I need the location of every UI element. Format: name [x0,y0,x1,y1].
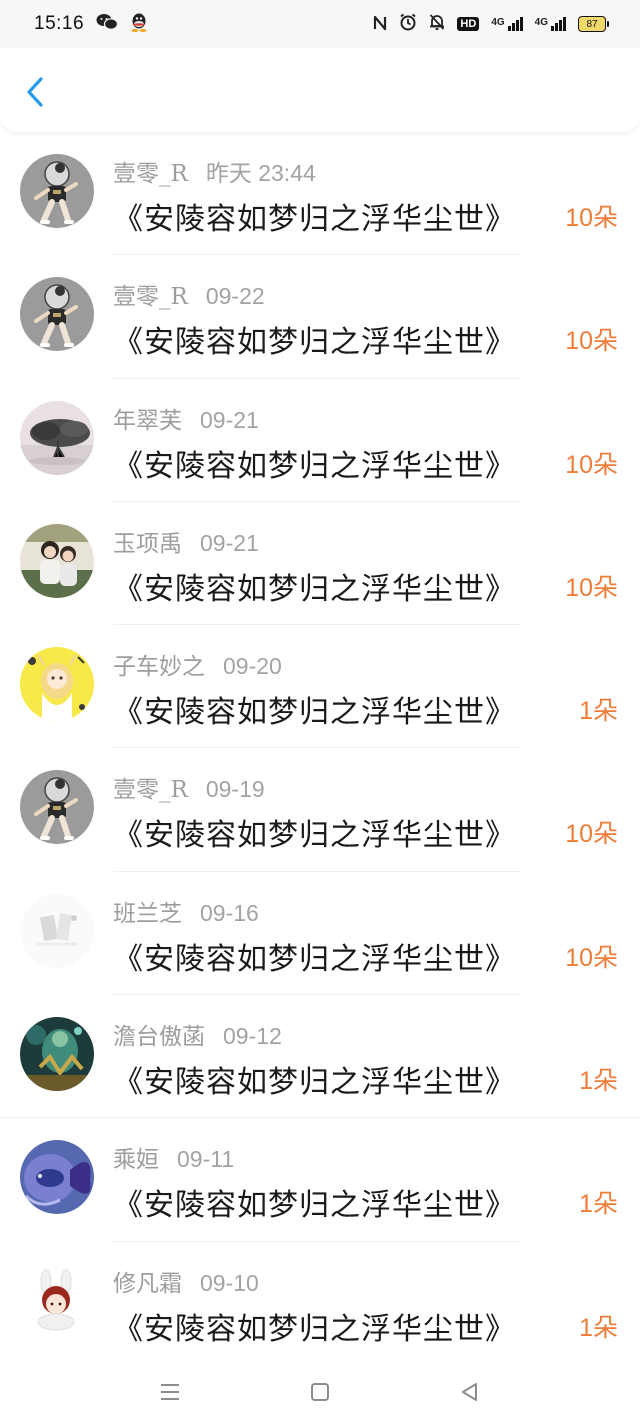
row-meta: 壹零_R 09-22 [113,277,265,311]
avatar[interactable] [20,277,94,352]
book-title[interactable]: 《安陵容如梦归之浮华尘世》 [113,810,516,854]
status-bar: 15:16 HD 4G 4G 87 [0,0,640,48]
list-item[interactable]: 子车妙之 09-20 《安陵容如梦归之浮华尘世》 1朵 [0,625,640,749]
list-item[interactable]: 年翠芙 09-21 《安陵容如梦归之浮华尘世》 10朵 [0,379,640,502]
record-time: 09-21 [200,529,259,556]
record-time: 09-22 [205,283,265,310]
book-title[interactable]: 《安陵容如梦归之浮华尘世》 [113,564,516,608]
wechat-icon [96,13,119,35]
book-title[interactable]: 《安陵容如梦归之浮华尘世》 [113,1057,516,1101]
book-title[interactable]: 《安陵容如梦归之浮华尘世》 [113,441,516,485]
signal-4g-icon: 4G [491,17,523,31]
avatar[interactable] [20,1017,94,1092]
row-meta: 壹零_R 09-19 [113,770,265,804]
gift-count: 1朵 [579,697,618,726]
username[interactable]: 壹零_R [113,284,188,310]
username[interactable]: 班兰芝 [113,901,182,927]
record-time: 09-12 [223,1023,282,1050]
gift-count: 1朵 [579,1313,618,1342]
avatar[interactable] [20,400,94,475]
gift-count: 1朵 [579,1190,618,1219]
system-nav-bar [0,1362,640,1422]
menu-icon[interactable] [150,1372,190,1412]
gift-count: 10朵 [565,943,618,972]
list-item[interactable]: 班兰芝 09-16 《安陵容如梦归之浮华尘世》 10朵 [0,872,640,996]
record-time: 09-11 [177,1146,235,1173]
avatar[interactable] [20,770,94,845]
book-title[interactable]: 《安陵容如梦归之浮华尘世》 [113,1180,516,1224]
username[interactable]: 玉项禹 [113,531,182,557]
row-meta: 玉项禹 09-21 [113,524,259,558]
username[interactable]: 壹零_R [113,161,188,187]
row-meta: 乘姮 09-11 [113,1140,234,1174]
row-meta: 澹台傲菡 09-12 [113,1017,282,1051]
row-meta: 修凡霜 09-10 [113,1264,259,1298]
record-time: 09-21 [200,406,259,433]
row-meta: 子车妙之 09-20 [113,647,282,681]
book-title[interactable]: 《安陵容如梦归之浮华尘世》 [113,194,516,238]
avatar[interactable] [20,1140,94,1215]
row-meta: 壹零_R 昨天 23:44 [113,154,316,188]
record-time: 09-19 [205,776,265,803]
nfc-icon [373,15,387,34]
list-item[interactable]: 壹零_R 昨天 23:44 《安陵容如梦归之浮华尘世》 10朵 [0,132,640,256]
avatar[interactable] [20,154,94,228]
row-meta: 班兰芝 09-16 [113,894,259,928]
alarm-icon [399,13,417,35]
list-item[interactable]: 修凡霜 09-10 《安陵容如梦归之浮华尘世》 1朵 [0,1242,640,1365]
username[interactable]: 壹零_R [113,777,188,803]
battery-icon: 87 [578,16,609,32]
book-title[interactable]: 《安陵容如梦归之浮华尘世》 [113,317,516,361]
net1-label: 4G [491,17,505,28]
net2-label: 4G [534,17,548,28]
signal-4g-icon-2: 4G [535,17,566,31]
record-time: 09-20 [223,653,282,680]
back-triangle-icon[interactable] [450,1372,490,1412]
record-time: 09-16 [200,899,259,926]
status-left: 15:16 [34,12,148,36]
gift-count: 1朵 [579,1067,618,1096]
gift-record-list: 壹零_R 昨天 23:44 《安陵容如梦归之浮华尘世》 10朵 壹零_R 09-22 《安… [0,132,640,1365]
username[interactable]: 子车妙之 [113,654,205,680]
avatar[interactable] [20,1263,94,1338]
username[interactable]: 年翠芙 [113,408,182,434]
chevron-left-icon [27,77,43,107]
gift-count: 10朵 [565,820,618,849]
mute-icon [429,13,445,35]
list-item[interactable]: 壹零_R 09-22 《安陵容如梦归之浮华尘世》 10朵 [0,255,640,379]
book-title[interactable]: 《安陵容如梦归之浮华尘世》 [113,687,516,731]
username[interactable]: 澹台傲菡 [113,1024,205,1050]
list-item[interactable]: 玉项禹 09-21 《安陵容如梦归之浮华尘世》 10朵 [0,502,640,626]
list-item[interactable]: 乘姮 09-11 《安陵容如梦归之浮华尘世》 1朵 [0,1118,640,1242]
book-title[interactable]: 《安陵容如梦归之浮华尘世》 [113,934,516,978]
book-title[interactable]: 《安陵容如梦归之浮华尘世》 [113,1304,516,1348]
gift-count: 10朵 [565,450,618,479]
avatar[interactable] [20,893,94,968]
status-right: HD 4G 4G 87 [373,13,609,35]
username[interactable]: 修凡霜 [113,1271,182,1297]
gift-count: 10朵 [565,204,618,232]
status-time: 15:16 [34,13,85,34]
back-button[interactable] [18,72,52,112]
top-nav-bar [0,48,640,132]
home-square-icon[interactable] [300,1372,340,1412]
list-item[interactable]: 澹台傲菡 09-12 《安陵容如梦归之浮华尘世》 1朵 [0,995,640,1119]
record-time: 09-10 [200,1269,259,1296]
avatar[interactable] [20,523,94,598]
hd-icon: HD [457,17,480,31]
qq-icon [130,12,148,36]
row-meta: 年翠芙 09-21 [113,401,259,435]
gift-count: 10朵 [565,573,618,602]
record-time: 昨天 23:44 [205,160,316,186]
gift-count: 10朵 [565,327,618,356]
avatar[interactable] [20,647,94,722]
list-item[interactable]: 壹零_R 09-19 《安陵容如梦归之浮华尘世》 10朵 [0,748,640,872]
username[interactable]: 乘姮 [113,1147,159,1173]
